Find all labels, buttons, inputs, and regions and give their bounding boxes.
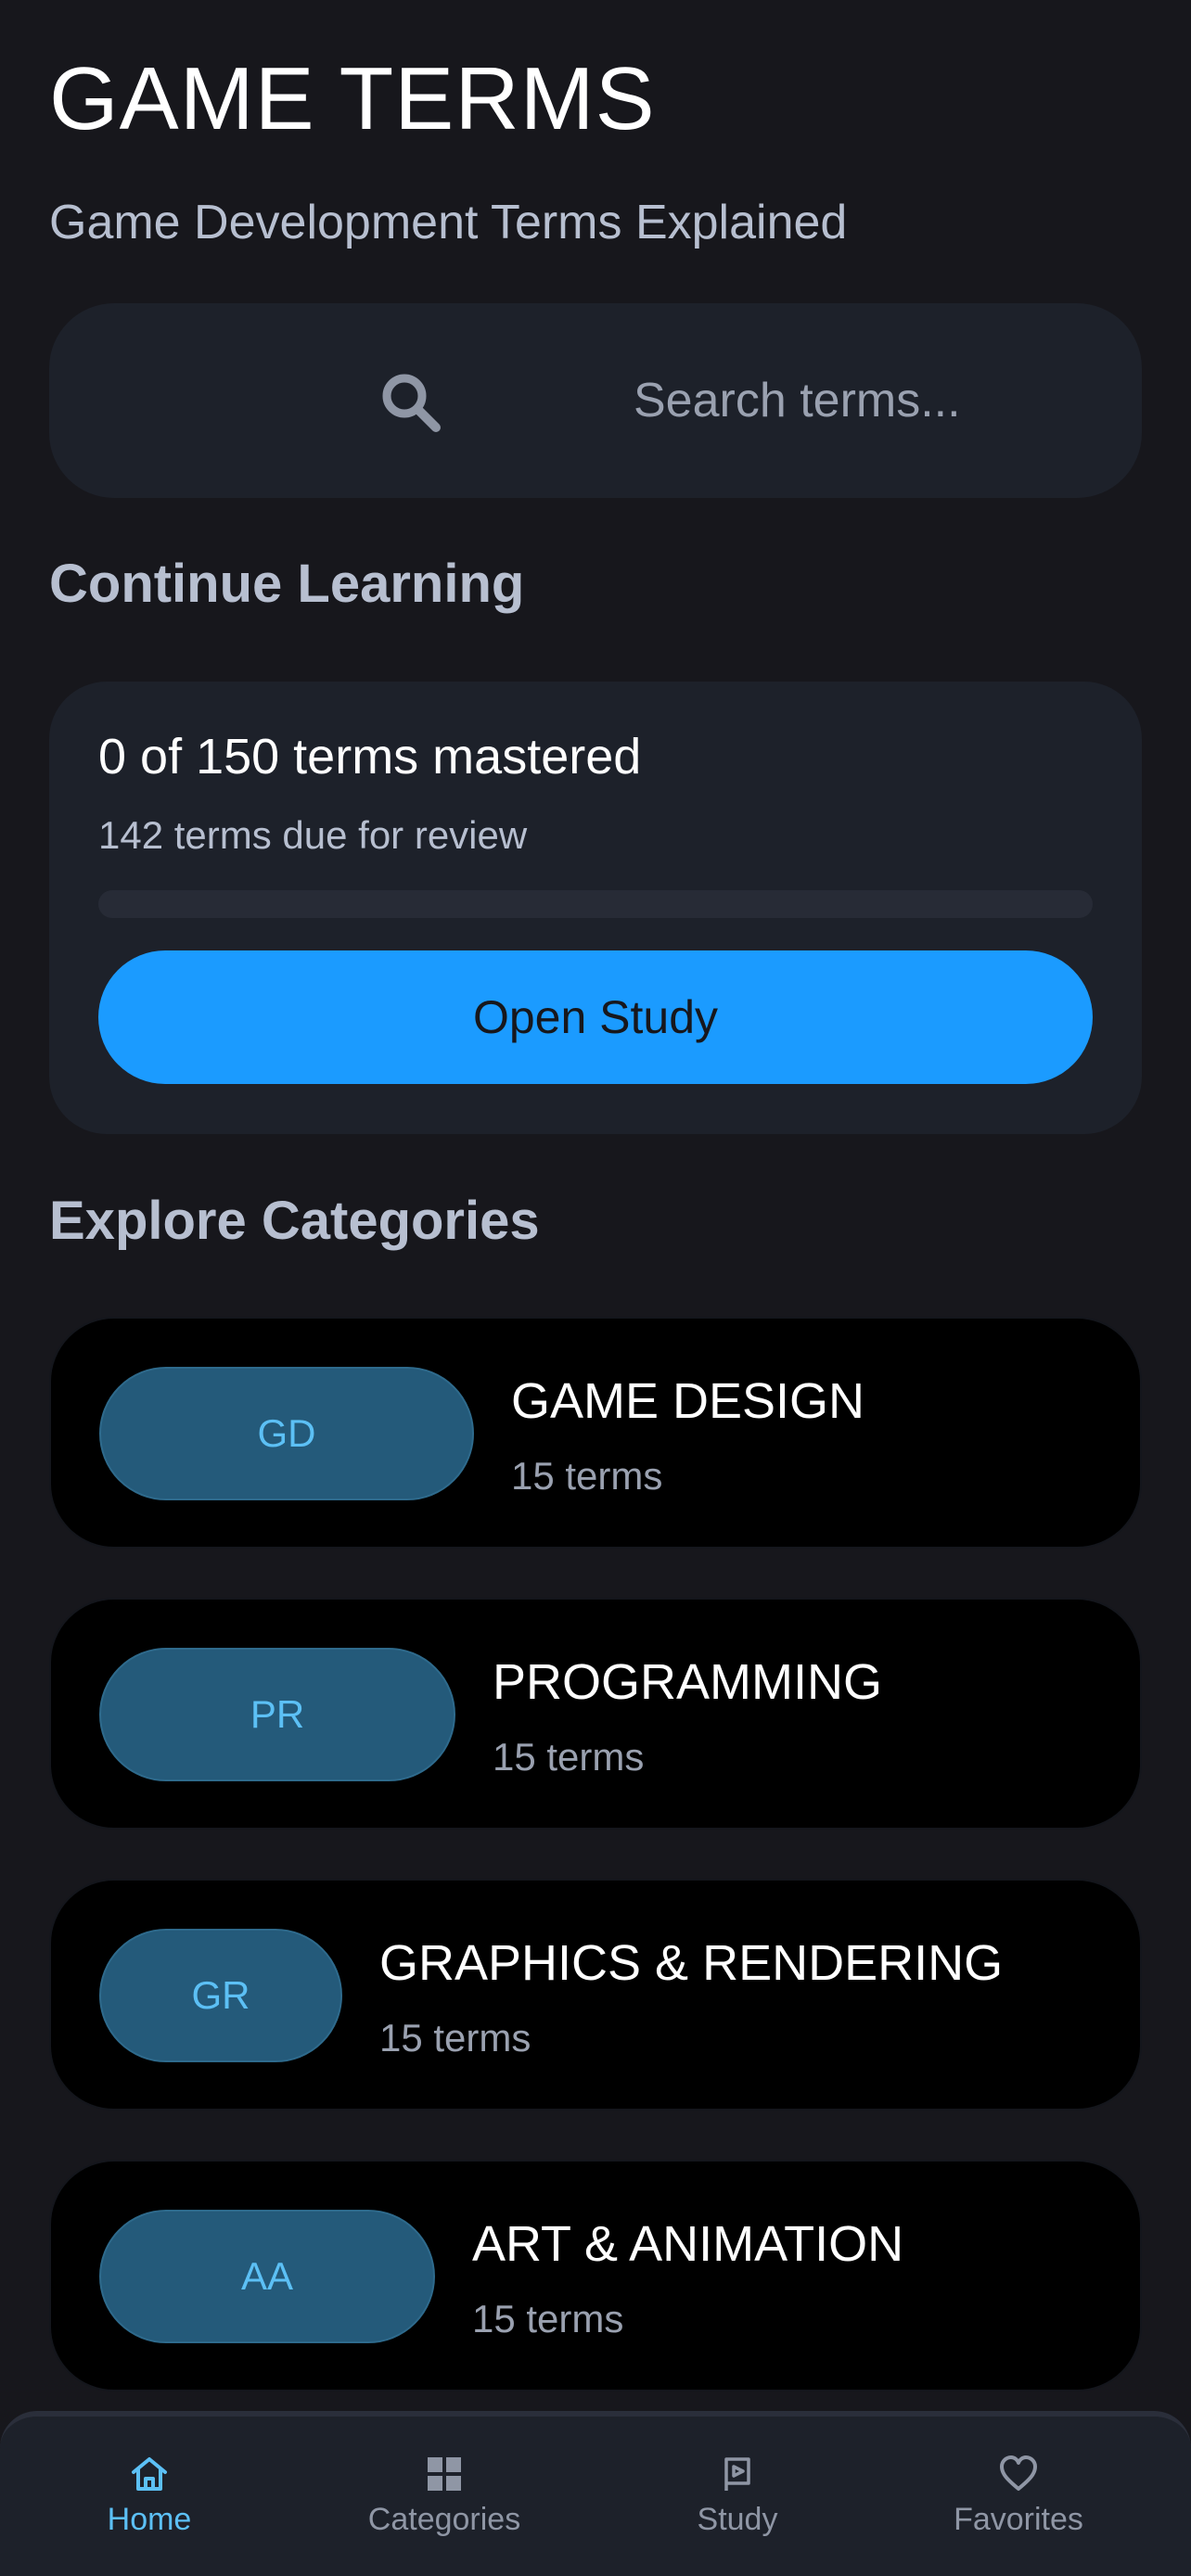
- nav-item-home[interactable]: Home: [29, 2454, 270, 2565]
- nav-label: Categories: [367, 2502, 521, 2537]
- category-term-count: 15 terms: [493, 1735, 645, 1779]
- category-term-count: 15 terms: [472, 2297, 624, 2340]
- category-name: GAME DESIGN: [511, 1373, 865, 1429]
- search-input[interactable]: [634, 359, 1097, 442]
- category-badge: PR: [99, 1648, 455, 1781]
- explore-categories-heading: Explore Categories: [49, 1191, 540, 1251]
- category-card-graphics-rendering[interactable]: GR GRAPHICS & RENDERING 15 terms: [49, 1879, 1142, 2111]
- continue-learning-heading: Continue Learning: [49, 554, 525, 614]
- mastery-progress-bar: [98, 890, 1093, 918]
- nav-label: Study: [697, 2502, 778, 2537]
- category-term-count: 15 terms: [379, 2016, 531, 2060]
- category-card-game-design[interactable]: GD GAME DESIGN 15 terms: [49, 1317, 1142, 1549]
- category-term-count: 15 terms: [511, 1454, 663, 1498]
- nav-item-study[interactable]: Study: [617, 2454, 858, 2565]
- category-badge: GR: [99, 1929, 342, 2062]
- heart-icon: [1000, 2455, 1037, 2491]
- nav-label: Favorites: [954, 2502, 1083, 2537]
- page-subtitle: Game Development Terms Explained: [49, 196, 848, 249]
- flag-icon: [724, 2457, 750, 2491]
- category-name: PROGRAMMING: [493, 1654, 883, 1710]
- category-name: ART & ANIMATION: [472, 2216, 904, 2272]
- nav-label: Home: [107, 2502, 192, 2537]
- bottom-nav: Home Categories Study Favorites: [0, 2411, 1191, 2576]
- category-badge: GD: [99, 1367, 474, 1500]
- due-review-text: 142 terms due for review: [98, 813, 528, 857]
- category-badge: AA: [99, 2210, 435, 2343]
- nav-item-categories[interactable]: Categories: [324, 2454, 565, 2565]
- home-icon: [132, 2457, 167, 2491]
- continue-learning-card: 0 of 150 terms mastered 142 terms due fo…: [49, 682, 1142, 1134]
- search-bar[interactable]: [49, 303, 1142, 498]
- search-icon: [382, 374, 441, 432]
- page-title: GAME TERMS: [49, 49, 656, 148]
- mastered-count-text: 0 of 150 terms mastered: [98, 729, 642, 784]
- open-study-button[interactable]: Open Study: [98, 950, 1093, 1084]
- grid-icon: [428, 2457, 461, 2491]
- nav-item-favorites[interactable]: Favorites: [898, 2454, 1139, 2565]
- category-name: GRAPHICS & RENDERING: [379, 1935, 1004, 1991]
- category-card-programming[interactable]: PR PROGRAMMING 15 terms: [49, 1598, 1142, 1830]
- category-card-art-animation[interactable]: AA ART & ANIMATION 15 terms: [49, 2160, 1142, 2391]
